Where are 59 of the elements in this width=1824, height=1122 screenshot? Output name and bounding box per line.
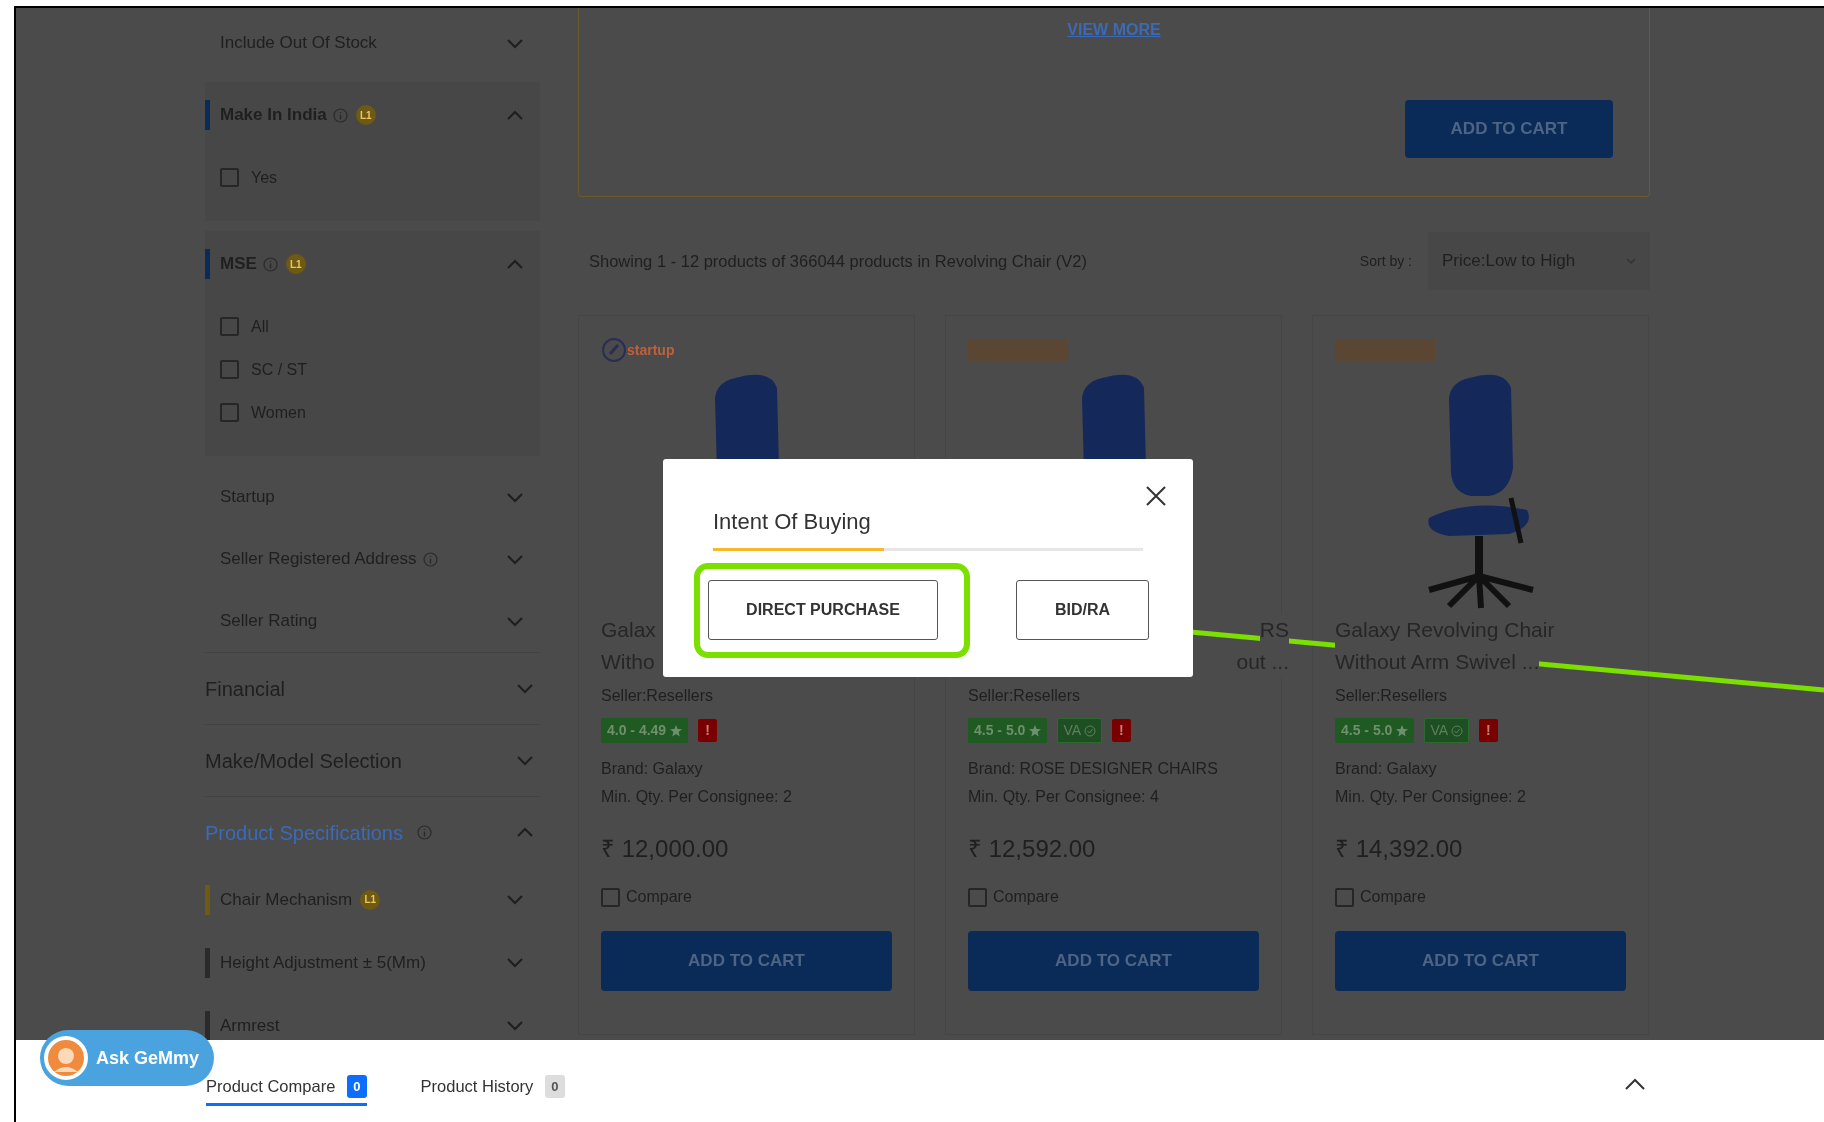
chevron-down-icon[interactable] bbox=[506, 614, 524, 628]
star-icon bbox=[1029, 724, 1042, 737]
avatar-icon bbox=[44, 1036, 88, 1080]
checkbox[interactable] bbox=[220, 403, 239, 422]
chevron-down-icon[interactable] bbox=[516, 682, 534, 695]
chevron-down-icon[interactable] bbox=[516, 754, 534, 767]
view-more-link[interactable]: VIEW MORE bbox=[579, 18, 1649, 42]
chevron-down-icon[interactable] bbox=[506, 1019, 524, 1032]
verified-badge: VA bbox=[1057, 718, 1102, 743]
bottom-tab[interactable]: Product Compare 0 bbox=[206, 1073, 367, 1106]
rating-badge: 4.5 - 5.0 bbox=[1335, 718, 1415, 743]
info-icon[interactable] bbox=[416, 825, 432, 840]
section-heading[interactable]: Product Specifications bbox=[205, 817, 403, 848]
info-icon[interactable] bbox=[332, 107, 348, 123]
chevron-down-icon[interactable] bbox=[506, 956, 524, 969]
info-icon[interactable] bbox=[422, 551, 438, 567]
info-icon[interactable] bbox=[262, 256, 278, 272]
chevron-down-icon[interactable] bbox=[506, 490, 524, 504]
rating-badge: 4.5 - 5.0 bbox=[968, 718, 1048, 743]
count-badge: 0 bbox=[347, 1074, 367, 1099]
level-badge: L1 bbox=[285, 254, 306, 274]
chevron-up-icon[interactable] bbox=[516, 826, 534, 839]
star-icon bbox=[1396, 724, 1409, 737]
alert-badge: ! bbox=[1112, 719, 1131, 742]
modal-title: Intent Of Buying bbox=[713, 508, 871, 536]
alert-badge: ! bbox=[698, 719, 717, 742]
accent-bar bbox=[205, 249, 210, 279]
check-circle-icon bbox=[1451, 724, 1463, 737]
rating-badge: 4.0 - 4.49 bbox=[601, 718, 689, 743]
close-icon bbox=[1146, 485, 1166, 506]
check-circle-icon bbox=[1084, 724, 1096, 737]
intent-button[interactable]: BID/RA bbox=[1016, 580, 1149, 640]
chevron-down-icon[interactable] bbox=[506, 36, 524, 50]
accent-bar bbox=[205, 100, 210, 130]
add-to-cart-button[interactable]: ADD TO CART bbox=[1405, 100, 1613, 158]
chevron-down-icon[interactable] bbox=[506, 893, 524, 906]
count-badge: 0 bbox=[545, 1074, 565, 1099]
chevron-down-icon[interactable] bbox=[506, 552, 524, 566]
chevron-up-icon[interactable] bbox=[506, 257, 524, 271]
checkbox[interactable] bbox=[220, 168, 239, 187]
bottom-tab[interactable]: Product History 0 bbox=[420, 1073, 565, 1106]
checkbox[interactable] bbox=[220, 360, 239, 379]
alert-badge: ! bbox=[1479, 719, 1498, 742]
checkbox[interactable] bbox=[1335, 887, 1354, 907]
checkbox[interactable] bbox=[601, 887, 620, 907]
checkbox[interactable] bbox=[968, 887, 987, 907]
add-to-cart-button[interactable]: ADD TO CART bbox=[1335, 931, 1626, 991]
add-to-cart-button[interactable]: ADD TO CART bbox=[601, 931, 892, 991]
close-button[interactable] bbox=[1146, 483, 1166, 507]
level-badge: L1 bbox=[360, 889, 381, 910]
chevron-up-icon[interactable] bbox=[506, 108, 524, 122]
logo-text: startup bbox=[627, 340, 675, 360]
level-badge: L1 bbox=[355, 105, 376, 125]
checkbox[interactable] bbox=[220, 317, 239, 336]
star-icon bbox=[670, 724, 683, 737]
add-to-cart-button[interactable]: ADD TO CART bbox=[968, 931, 1259, 991]
chevron-up-icon bbox=[1624, 1078, 1646, 1092]
intent-button[interactable]: DIRECT PURCHASE bbox=[708, 580, 938, 640]
verified-badge: VA bbox=[1424, 718, 1469, 743]
